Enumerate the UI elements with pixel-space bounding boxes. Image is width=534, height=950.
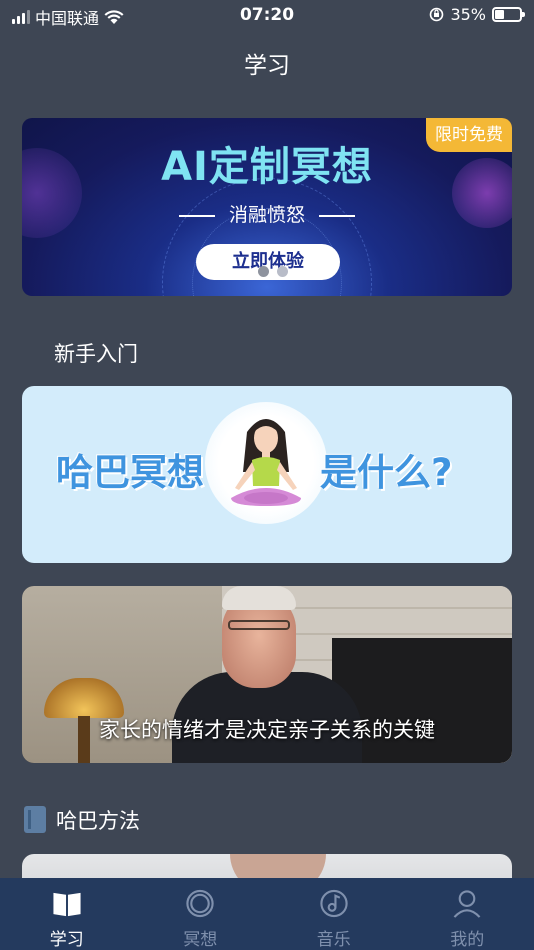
status-right: 35% (429, 5, 525, 24)
section-title-beginner: 新手入门 (54, 342, 138, 366)
user-icon (453, 890, 481, 918)
carousel-dot[interactable] (258, 266, 269, 277)
video-caption: 家长的情绪才是决定亲子关系的关键 (99, 718, 435, 742)
carrier-name: 中国联通 (35, 9, 100, 28)
banner-subtitle-row: 消融愤怒 (22, 200, 512, 227)
book-icon (53, 892, 81, 917)
meditating-girl-icon (231, 419, 301, 506)
divider (319, 214, 355, 217)
battery-percent: 35% (450, 5, 486, 24)
divider (178, 214, 215, 217)
battery-icon (492, 7, 525, 22)
speaker-image (228, 620, 290, 630)
intro-text-left: 哈巴冥想 (56, 451, 204, 494)
tab-label: 冥想 (183, 930, 218, 950)
carousel-indicator[interactable] (258, 266, 288, 277)
tab-label: 学习 (49, 930, 84, 950)
music-disc-icon (320, 889, 348, 918)
tab-learn[interactable]: 学习 (0, 878, 134, 950)
tab-bar: 学习 冥想 音乐 我的 (0, 878, 534, 950)
wifi-icon (104, 9, 124, 24)
tab-label: 我的 (450, 930, 485, 950)
signal-icon (12, 10, 30, 24)
tab-profile[interactable]: 我的 (401, 878, 534, 950)
banner-subtitle: 消融愤怒 (228, 204, 305, 226)
battery-fill (495, 10, 505, 19)
carousel-dot[interactable] (277, 266, 288, 277)
video-card[interactable]: 家长的情绪才是决定亲子关系的关键 (22, 586, 512, 763)
status-bar: 中国联通 07:20 35% (0, 0, 534, 30)
meditation-figure (205, 402, 327, 524)
intro-card[interactable]: 哈巴冥想 是什么? (22, 386, 512, 563)
circle-icon (186, 889, 214, 918)
section-title-method: 哈巴方法 (56, 809, 140, 833)
status-left: 中国联通 (12, 5, 124, 29)
book-icon (24, 806, 46, 833)
free-badge: 限时免费 (426, 118, 512, 152)
tab-music[interactable]: 音乐 (267, 878, 401, 950)
tab-label: 音乐 (316, 930, 351, 950)
tab-meditate[interactable]: 冥想 (134, 878, 268, 950)
orientation-lock-icon (430, 7, 444, 22)
page-title: 学习 (244, 53, 290, 79)
speaker-image (222, 586, 296, 610)
intro-text-right: 是什么? (320, 451, 453, 494)
